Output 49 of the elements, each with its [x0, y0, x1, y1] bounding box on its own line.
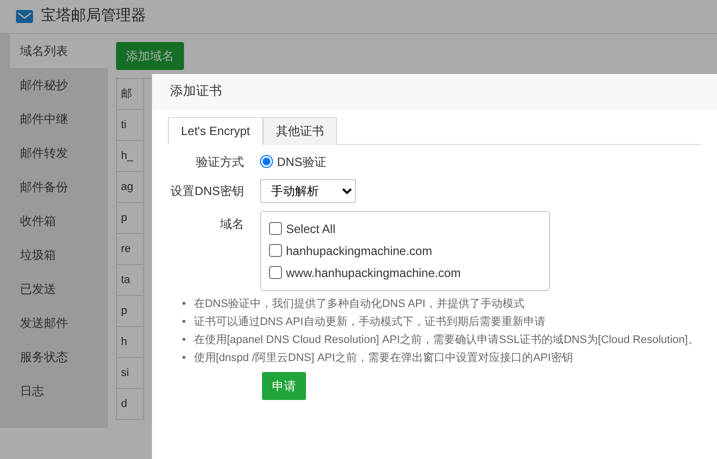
checkbox[interactable]	[269, 266, 282, 279]
tab[interactable]: Let's Encrypt	[168, 116, 263, 144]
field-label: 验证方式	[195, 154, 245, 170]
table-cell: ta	[116, 265, 144, 296]
sidebar-item[interactable]: 邮件秘抄	[10, 68, 108, 102]
checkbox[interactable]	[269, 222, 282, 235]
note-text: 在DNS验证中，我们提供了多种自动化DNS API，并提供了手动模式	[194, 296, 524, 312]
table-cell: h_	[116, 141, 144, 172]
checkbox[interactable]	[269, 244, 282, 257]
sidebar-item[interactable]: 服务状态	[10, 340, 108, 374]
radio-button[interactable]	[260, 155, 273, 168]
dialog-title: 添加证书	[152, 74, 717, 108]
bullet: •	[182, 332, 186, 348]
sidebar-item[interactable]: 邮件备份	[10, 170, 108, 204]
note-text: 使用[dnspd /阿里云DNS] API之前，需要在弹出窗口中设置对应接口的API密钥	[194, 350, 573, 366]
sidebar-item[interactable]: 收件箱	[10, 204, 108, 238]
mail-icon	[16, 10, 33, 23]
sidebar-item[interactable]: 邮件转发	[10, 136, 108, 170]
field-label: 设置DNS密钥	[170, 182, 245, 200]
sidebar-item[interactable]: 垃圾箱	[10, 238, 108, 272]
bullet: •	[182, 314, 186, 330]
apply-button[interactable]: 申请	[262, 372, 306, 400]
sidebar-item[interactable]: 域名列表	[10, 34, 108, 68]
app-title: 宝塔邮局管理器	[41, 6, 146, 26]
table-cell: d	[116, 389, 144, 420]
tab[interactable]: 其他证书	[263, 116, 337, 144]
dns-key-select[interactable]: 手动解析	[260, 178, 356, 202]
bullet: •	[182, 350, 186, 366]
domain-label[interactable]: www.hanhupackingmachine.com	[286, 264, 461, 282]
field-label: 域名	[219, 216, 245, 232]
radio-label[interactable]: DNS验证	[277, 152, 326, 170]
bullet: •	[182, 296, 186, 312]
table-cell: re	[116, 234, 144, 265]
table-cell: p	[116, 296, 144, 327]
table-cell: p	[116, 203, 144, 234]
add-domain-button[interactable]: 添加域名	[116, 42, 184, 70]
sidebar-item[interactable]: 邮件中继	[10, 102, 108, 136]
domain-label[interactable]: hanhupackingmachine.com	[286, 242, 432, 260]
sidebar-item[interactable]: 日志	[10, 374, 108, 408]
table-cell: si	[116, 358, 144, 389]
note-text: 证书可以通过DNS API自动更新，手动模式下，证书到期后需要重新申请	[194, 314, 546, 330]
table-cell: ti	[116, 110, 144, 141]
table-cell: 邮	[116, 79, 144, 110]
select-all-label[interactable]: Select All	[286, 220, 336, 238]
sidebar-item[interactable]: 已发送	[10, 272, 108, 306]
table-cell: ag	[116, 172, 144, 203]
sidebar-item[interactable]: 发送邮件	[10, 306, 108, 340]
note-text: 在使用[apanel DNS Cloud Resolution] API之前，需要确认申请SSL证书的域DNS为[Cloud Resolution]。	[194, 332, 699, 348]
table-cell: h	[116, 327, 144, 358]
